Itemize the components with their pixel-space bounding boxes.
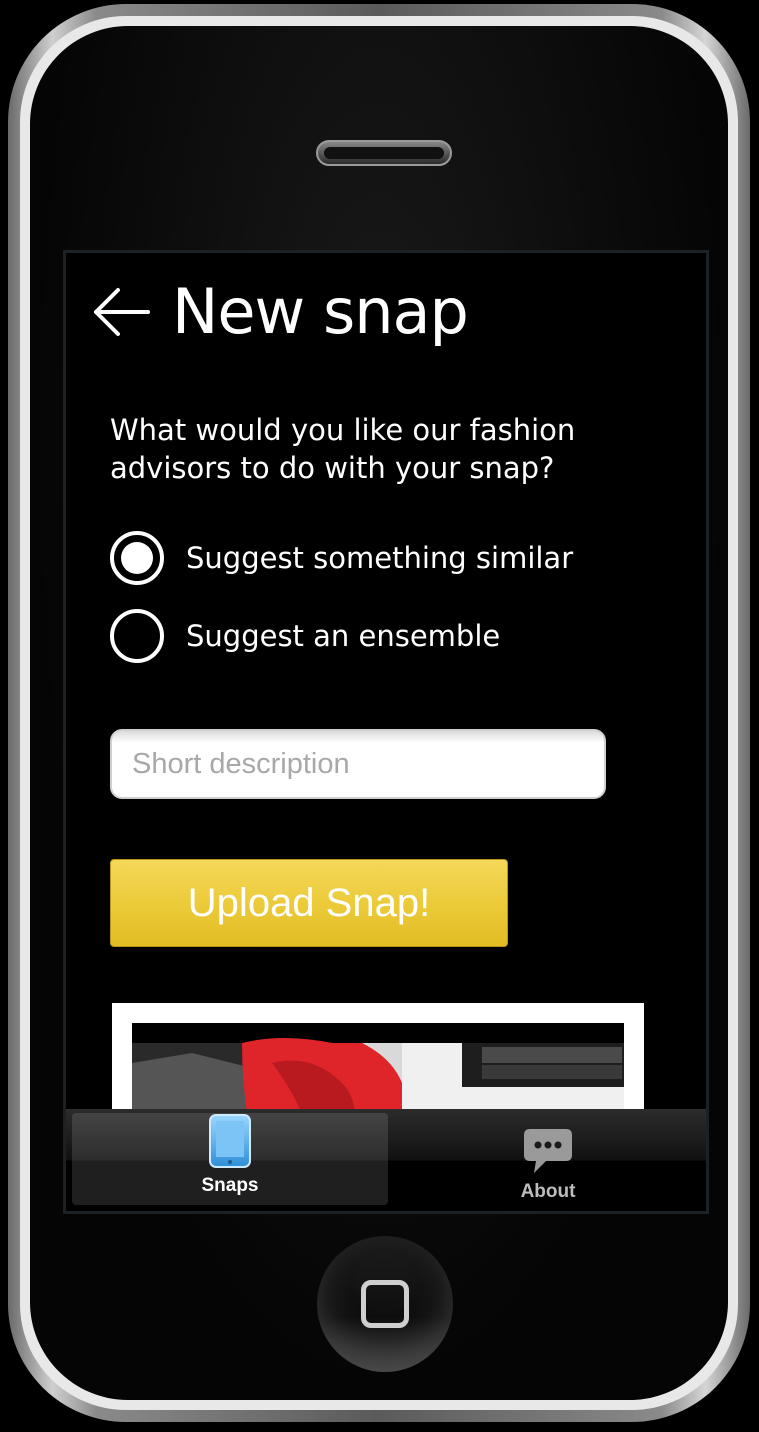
upload-snap-button[interactable]: Upload Snap! bbox=[110, 859, 508, 947]
option-label: Suggest something similar bbox=[186, 541, 574, 575]
description-input[interactable] bbox=[110, 729, 606, 799]
page-title: New snap bbox=[172, 275, 469, 348]
radio-button-checked[interactable] bbox=[110, 531, 164, 585]
snap-photo-image bbox=[132, 1038, 624, 1123]
earpiece-speaker bbox=[316, 140, 452, 166]
tablet-icon bbox=[209, 1114, 251, 1168]
home-square-icon bbox=[361, 1280, 409, 1328]
chat-bubble-icon bbox=[524, 1129, 572, 1173]
home-button[interactable] bbox=[317, 1236, 453, 1372]
option-suggest-ensemble[interactable]: Suggest an ensemble bbox=[110, 609, 500, 663]
tab-bar: Snaps About bbox=[66, 1109, 706, 1211]
snap-preview bbox=[112, 1003, 644, 1123]
tab-label: Snaps bbox=[201, 1175, 259, 1196]
tab-label: About bbox=[520, 1181, 576, 1202]
snap-photo bbox=[132, 1023, 624, 1123]
radio-button-unchecked[interactable] bbox=[110, 609, 164, 663]
page-header: New snap bbox=[90, 275, 469, 348]
app-screen: New snap What would you like our fashion… bbox=[63, 250, 709, 1214]
option-label: Suggest an ensemble bbox=[186, 619, 501, 653]
option-suggest-similar[interactable]: Suggest something similar bbox=[110, 531, 573, 585]
question-text: What would you like our fashion advisors… bbox=[110, 413, 576, 485]
tab-about[interactable]: About bbox=[390, 1109, 706, 1211]
left-arrow-icon[interactable] bbox=[90, 285, 152, 339]
tab-snaps[interactable]: Snaps bbox=[72, 1113, 388, 1205]
